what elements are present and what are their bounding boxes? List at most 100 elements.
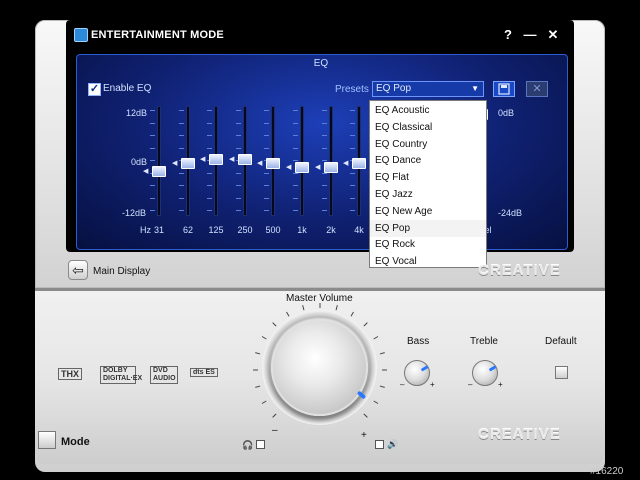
eq-slider-thumb-1k[interactable] <box>295 162 309 174</box>
preset-option[interactable]: EQ Acoustic <box>375 102 429 119</box>
preset-option[interactable]: EQ Jazz <box>375 186 413 203</box>
eq-slider-thumb-500[interactable] <box>266 158 280 169</box>
slider-tick <box>207 110 212 111</box>
slider-tick <box>322 210 327 211</box>
dolby-logo: DOLBY DIGITAL·EX <box>100 366 142 384</box>
slider-tick <box>293 135 298 136</box>
slider-tick <box>350 197 355 199</box>
window-title: ENTERTAINMENT MODE <box>91 29 224 41</box>
slider-tick <box>264 172 269 174</box>
eq-slider-thumb-62[interactable] <box>181 158 195 169</box>
slider-tick <box>207 197 212 199</box>
bass-knob[interactable] <box>404 360 430 386</box>
slider-tick <box>264 197 269 199</box>
volume-plus-label: + <box>361 430 367 441</box>
slider-tick <box>207 210 212 211</box>
slider-tick <box>150 185 155 186</box>
eq-slider-thumb-31[interactable] <box>152 166 166 178</box>
mode-button[interactable] <box>38 431 56 449</box>
slider-tick <box>293 197 298 199</box>
preset-option[interactable]: EQ Country <box>375 136 427 153</box>
slider-tick <box>179 172 184 174</box>
help-button[interactable]: ? <box>500 27 516 42</box>
eq-slider-1k[interactable] <box>300 106 304 216</box>
preset-option[interactable]: EQ Classical <box>375 119 432 136</box>
eq-freq-label: 125 <box>208 225 224 235</box>
close-button[interactable]: ✕ <box>545 27 561 43</box>
preset-option[interactable]: EQ Dance <box>375 152 421 169</box>
save-preset-button[interactable] <box>493 81 515 97</box>
eq-freq-label: 31 <box>153 225 164 235</box>
preset-option[interactable]: EQ Pop <box>370 219 486 237</box>
enable-eq-checkbox[interactable]: ✓ <box>88 83 101 96</box>
slider-tick <box>236 172 241 174</box>
slider-tick <box>179 110 184 111</box>
eq-slider-thumb-250[interactable] <box>238 153 252 165</box>
slider-tick <box>207 135 212 136</box>
eq-slider-thumb-2k[interactable] <box>324 162 338 174</box>
slider-tick <box>293 122 298 124</box>
presets-label: Presets <box>335 84 369 95</box>
slider-tick <box>322 147 327 149</box>
volume-tick <box>373 336 379 340</box>
slider-pointer-icon: ◀ <box>143 168 149 176</box>
level-db-bottom-label: -24dB <box>498 208 523 218</box>
volume-tick <box>261 400 267 404</box>
arrow-left-icon: ⇦ <box>72 262 84 278</box>
slider-tick <box>179 122 184 124</box>
slider-pointer-icon: ◀ <box>286 164 292 172</box>
preset-option[interactable]: EQ New Age <box>375 203 432 220</box>
slider-tick <box>293 160 298 161</box>
preset-option[interactable]: EQ Vocal <box>375 253 417 270</box>
preset-select-value: EQ Pop <box>376 83 412 94</box>
db-top-label: 12dB <box>126 108 148 118</box>
slider-tick <box>179 185 184 186</box>
treble-plus-label: + <box>498 380 503 389</box>
slider-tick <box>207 185 212 186</box>
eq-slider-thumb-125[interactable] <box>209 153 223 165</box>
minimize-button[interactable]: — <box>522 27 538 42</box>
save-icon <box>498 83 510 95</box>
preset-option[interactable]: EQ Rock <box>375 236 415 253</box>
eq-freq-label: 2k <box>326 225 336 235</box>
eq-slider-31[interactable] <box>157 106 161 216</box>
eq-slider-thumb-4k[interactable] <box>352 158 366 169</box>
slider-tick <box>179 147 184 149</box>
eq-freq-label: 62 <box>182 225 193 235</box>
volume-tick <box>255 385 261 388</box>
slider-tick <box>293 110 298 111</box>
slider-tick <box>236 197 241 199</box>
main-display-button[interactable]: ⇦ <box>68 260 88 280</box>
volume-tick <box>255 352 261 355</box>
speaker-toggle[interactable] <box>375 440 384 449</box>
eq-freq-label: 1k <box>297 225 307 235</box>
chevron-down-icon: ▼ <box>471 84 479 93</box>
eq-slider-2k[interactable] <box>329 106 333 216</box>
slider-tick <box>293 185 298 186</box>
headphone-toggle[interactable] <box>256 440 265 449</box>
preset-option[interactable]: EQ Flat <box>375 169 409 186</box>
master-volume-knob[interactable] <box>271 319 368 416</box>
preset-dropdown-list: EQ Acoustic EQ Classical EQ Country EQ Danc… <box>369 100 487 268</box>
eq-freq-label: 250 <box>237 225 253 235</box>
volume-tick <box>379 385 385 388</box>
default-button[interactable] <box>555 366 568 379</box>
preset-select[interactable]: EQ Pop ▼ <box>372 81 484 97</box>
slider-tick <box>150 110 155 111</box>
headphone-icon: 🎧 <box>242 440 254 450</box>
slider-tick <box>322 160 327 161</box>
slider-tick <box>350 210 355 211</box>
slider-pointer-icon: ◀ <box>200 155 206 163</box>
slider-pointer-icon: ◀ <box>172 160 178 167</box>
volume-tick <box>272 413 277 418</box>
slider-tick <box>150 135 155 136</box>
slider-tick <box>293 210 298 211</box>
slider-tick <box>350 110 355 111</box>
slider-tick <box>179 210 184 211</box>
slider-tick <box>264 185 269 186</box>
slider-tick <box>350 122 355 124</box>
treble-label: Treble <box>470 336 498 347</box>
treble-knob[interactable] <box>472 360 498 386</box>
thx-logo: THX <box>58 368 82 380</box>
delete-preset-button[interactable]: ✕ <box>526 81 548 97</box>
